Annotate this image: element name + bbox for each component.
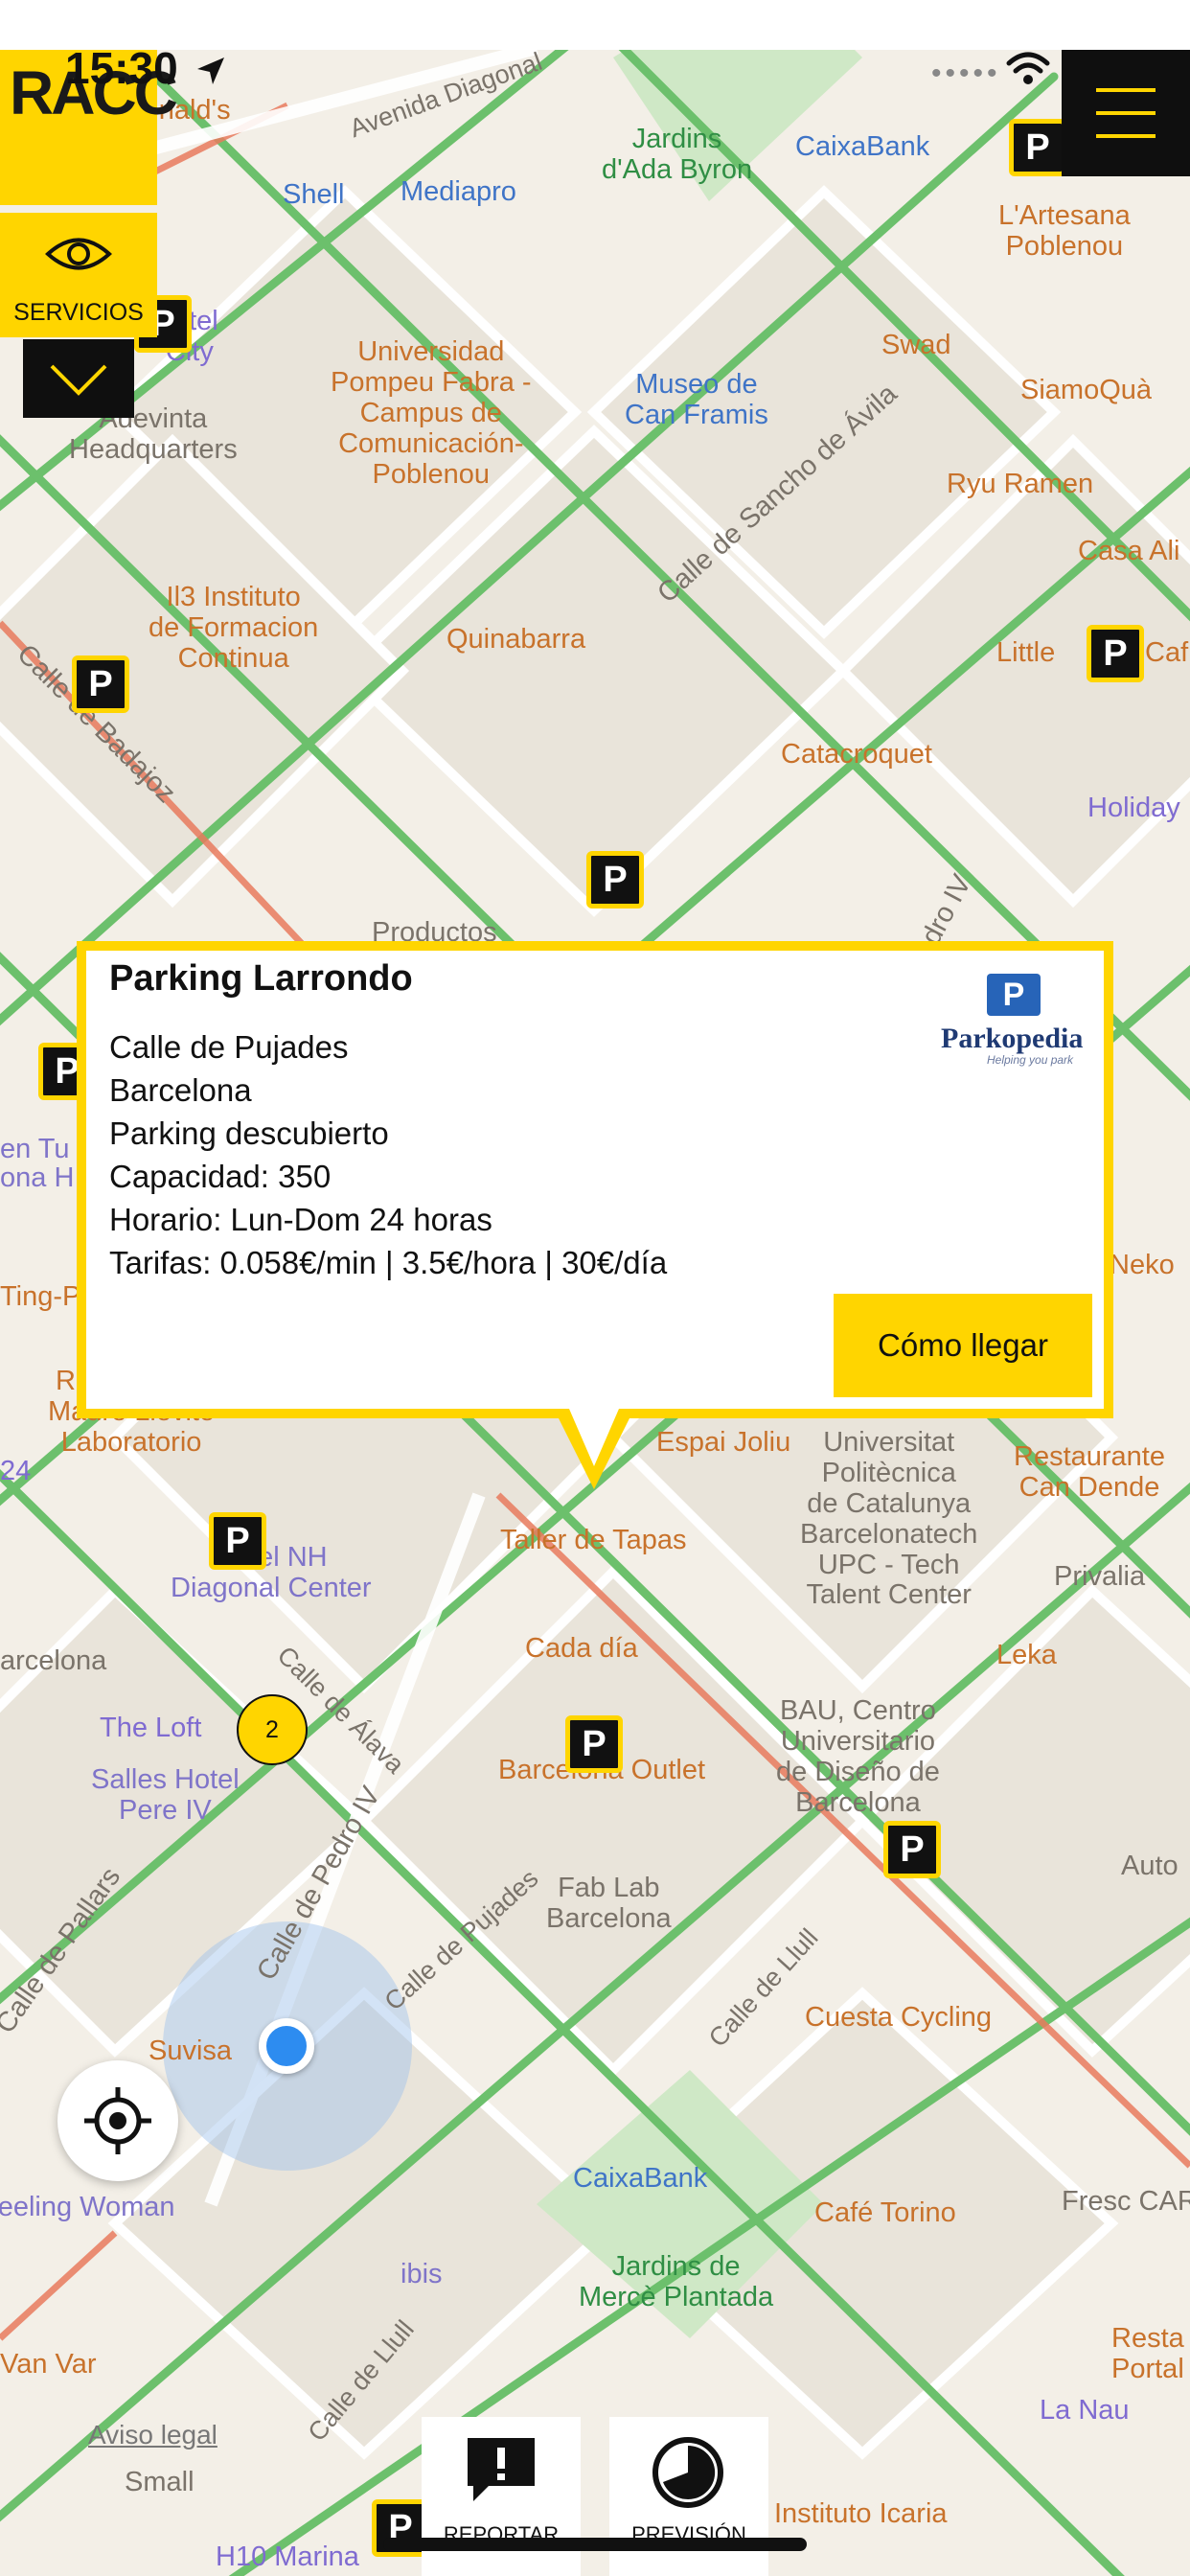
popup-title: Parking Larrondo xyxy=(109,958,413,999)
popup-hours: Horario: Lun-Dom 24 horas xyxy=(109,1202,492,1237)
map-poi-edge-arcelona[interactable]: arcelona xyxy=(0,1645,106,1677)
map-poi-cafe-torino[interactable]: Café Torino xyxy=(814,2197,956,2229)
map-poi-cuesta-cycling[interactable]: Cuesta Cycling xyxy=(805,2002,992,2034)
map-poi-edge-ona-h[interactable]: ona H xyxy=(0,1162,74,1194)
map-poi-siamoqua[interactable]: SiamoQuà xyxy=(1020,375,1152,406)
map-poi-edge-24[interactable]: 24 xyxy=(0,1456,31,1487)
map-poi-jardins-ada-byron[interactable]: Jardins d'Ada Byron xyxy=(602,124,752,186)
map-poi-the-loft[interactable]: The Loft xyxy=(100,1713,201,1744)
map-poi-universidad-pompeu[interactable]: Universidad Pompeu Fabra - Campus de Com… xyxy=(331,336,532,490)
map-poi-swad[interactable]: Swad xyxy=(881,330,951,361)
map-poi-h10-marina[interactable]: H10 Marina xyxy=(216,2542,359,2573)
map-poi-taller-de-tapas[interactable]: Taller de Tapas xyxy=(500,1525,687,1556)
map-poi-salles-hotel[interactable]: Salles Hotel Pere IV xyxy=(91,1764,240,1827)
map-poi-caf[interactable]: Caf xyxy=(1145,637,1188,669)
crosshair-locate-icon xyxy=(84,2087,151,2154)
map-poi-catacroquet[interactable]: Catacroquet xyxy=(781,739,932,770)
parking-pin-icon[interactable]: P xyxy=(883,1821,941,1878)
map-poi-hotel-nh[interactable]: Hotel NH Diagonal Center xyxy=(171,1542,372,1604)
map-poi-privalia[interactable]: Privalia xyxy=(1054,1561,1145,1593)
map-poi-ibis[interactable]: ibis xyxy=(400,2259,443,2290)
parking-pin-icon[interactable]: P xyxy=(72,656,129,713)
map-poi-instituto-icaria[interactable]: Instituto Icaria xyxy=(774,2498,948,2530)
map-poi-resta-portal[interactable]: Resta Portal xyxy=(1111,2323,1184,2385)
map-poi-shell[interactable]: Shell xyxy=(283,179,345,211)
eye-icon xyxy=(45,238,112,270)
map-poi-fresc[interactable]: Fresc CAR xyxy=(1062,2186,1190,2218)
map-poi-bau[interactable]: BAU, Centro Universitario de Diseño de B… xyxy=(776,1695,940,1819)
map-poi-lartesana[interactable]: L'Artesana Poblenou xyxy=(998,200,1131,263)
popup-type: Parking descubierto xyxy=(109,1116,389,1151)
status-bar xyxy=(0,0,1190,50)
map-poi-museo-can-framis[interactable]: Museo de Can Framis xyxy=(625,369,768,431)
wifi-icon xyxy=(1006,52,1050,84)
popup-rates: Tarifas: 0.058€/min | 3.5€/hora | 30€/dí… xyxy=(109,1245,668,1280)
map-poi-caixabank-bottom[interactable]: CaixaBank xyxy=(573,2163,707,2195)
parking-pin-icon[interactable]: P xyxy=(565,1715,623,1773)
servicios-label: SERVICIOS xyxy=(13,299,144,326)
map-poi-small[interactable]: Small xyxy=(125,2467,195,2498)
popup-capacity: Capacidad: 350 xyxy=(109,1159,332,1194)
popup-pointer xyxy=(554,1409,634,1489)
map-poi-cada-dia[interactable]: Cada día xyxy=(525,1633,638,1665)
chevron-down-icon xyxy=(50,364,107,396)
home-indicator xyxy=(383,2538,807,2551)
parking-pin-icon[interactable]: P xyxy=(1087,625,1144,682)
map-poi-fab-lab[interactable]: Fab Lab Barcelona xyxy=(546,1873,672,1935)
cell-signal-icon: ••••• xyxy=(931,58,1001,89)
map-poi-feeling-woman[interactable]: Feeling Woman xyxy=(0,2192,175,2223)
map-poi-van-var[interactable]: Van Var xyxy=(0,2349,96,2380)
aviso-legal-link[interactable]: Aviso legal xyxy=(88,2420,217,2450)
map-poi-neko[interactable]: Neko xyxy=(1110,1250,1175,1281)
hamburger-menu-icon xyxy=(1096,88,1156,138)
popup-city: Barcelona xyxy=(109,1072,252,1108)
parkopedia-tagline: Helping you park xyxy=(987,1053,1074,1067)
map-poi-casa-ali[interactable]: Casa Ali xyxy=(1078,536,1179,567)
map-poi-il3-instituto[interactable]: Il3 Instituto de Formacion Continua xyxy=(149,582,318,675)
map-poi-caixabank-top[interactable]: CaixaBank xyxy=(795,131,929,163)
status-time: 15:30 xyxy=(65,43,178,93)
parking-cluster-badge[interactable]: 2 xyxy=(237,1694,308,1765)
map-poi-jardins-merce[interactable]: Jardins de Mercè Plantada xyxy=(579,2251,773,2313)
report-icon xyxy=(468,2438,535,2501)
parkopedia-logo-icon: P xyxy=(987,974,1041,1016)
map-poi-ryu-ramen[interactable]: Ryu Ramen xyxy=(947,469,1093,500)
parking-pin-icon[interactable]: P xyxy=(1009,119,1066,176)
location-arrow-icon xyxy=(197,58,224,84)
map-poi-holiday[interactable]: Holiday xyxy=(1087,793,1180,824)
map-poi-espai-joliu[interactable]: Espai Joliu xyxy=(656,1427,790,1459)
parkopedia-logo-text: Parkopedia xyxy=(941,1023,1084,1054)
map-poi-upc[interactable]: Universitat Politècnica de Catalunya Bar… xyxy=(800,1427,977,1611)
map-poi-quinabarra[interactable]: Quinabarra xyxy=(446,624,585,656)
map-poi-little[interactable]: Little xyxy=(996,637,1055,669)
map-poi-leka[interactable]: Leka xyxy=(996,1640,1057,1671)
map-poi-la-nau[interactable]: La Nau xyxy=(1040,2395,1130,2426)
forecast-icon xyxy=(652,2437,723,2508)
parking-pin-icon[interactable]: P xyxy=(586,851,644,908)
user-location-dot xyxy=(259,2018,314,2074)
map-poi-mediapro[interactable]: Mediapro xyxy=(400,176,516,208)
map-poi-edge-en-tu[interactable]: en Tu xyxy=(0,1134,70,1165)
parking-pin-icon[interactable]: P xyxy=(209,1512,266,1570)
popup-address: Calle de Pujades xyxy=(109,1029,349,1065)
directions-button[interactable]: Cómo llegar xyxy=(834,1294,1092,1397)
map-poi-auto[interactable]: Auto xyxy=(1121,1851,1179,1882)
map-poi-can-dende[interactable]: Restaurante Can Dende xyxy=(1014,1441,1165,1504)
map-poi-suvisa[interactable]: Suvisa xyxy=(149,2036,232,2067)
